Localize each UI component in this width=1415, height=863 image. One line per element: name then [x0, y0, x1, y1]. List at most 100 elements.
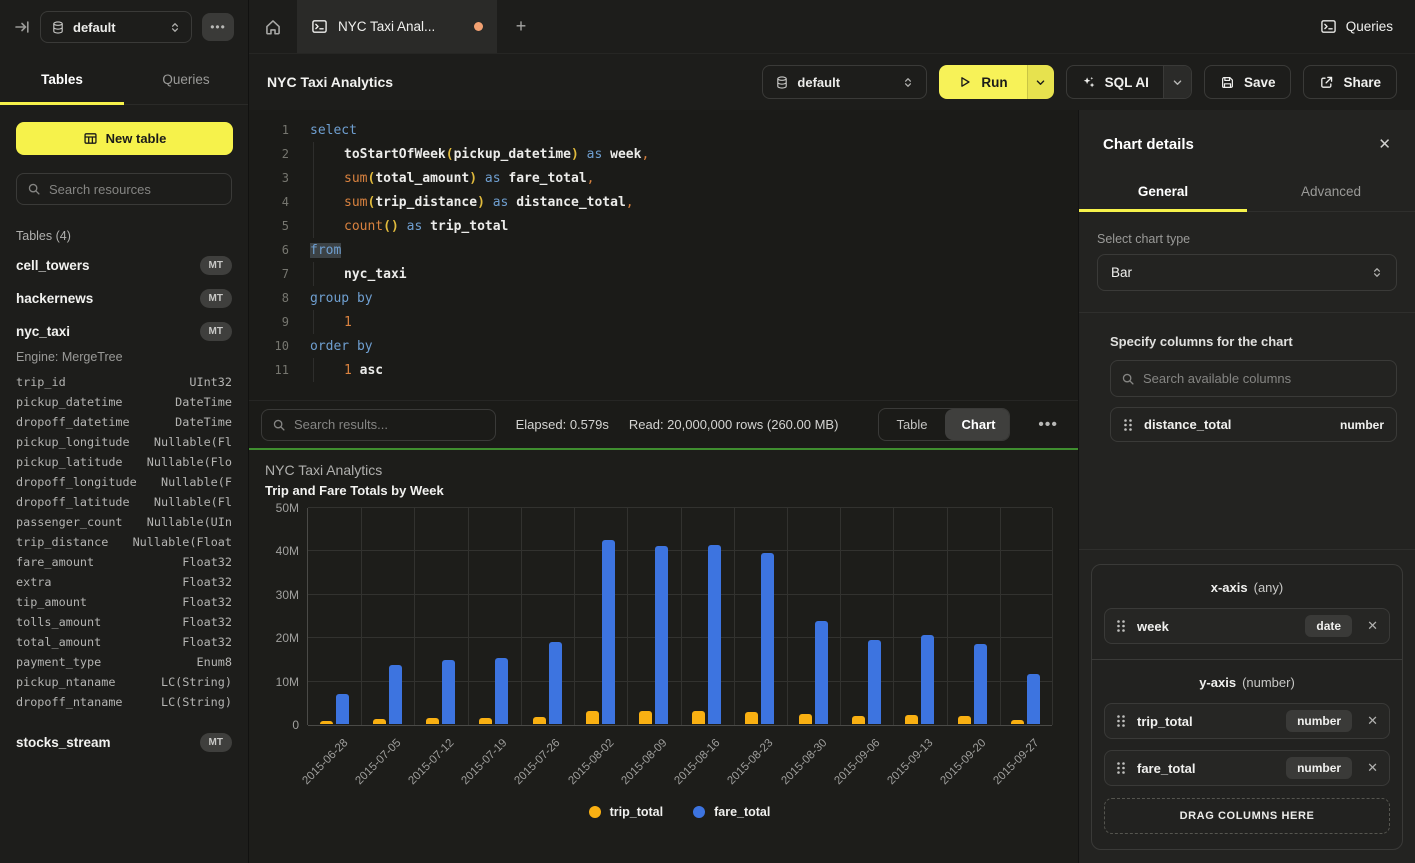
bar-fare_total[interactable]	[921, 635, 934, 724]
bar-trip_total[interactable]	[905, 715, 918, 724]
table-item[interactable]: cell_towersMT	[0, 249, 248, 282]
toolbar-db-value: default	[797, 75, 894, 90]
new-tab-button[interactable]: +	[497, 0, 545, 53]
bar-trip_total[interactable]	[958, 716, 971, 724]
v-gridline	[787, 508, 788, 725]
axis-item-fare_total[interactable]: fare_totalnumber✕	[1104, 750, 1390, 786]
bar-fare_total[interactable]	[389, 665, 402, 724]
chart-type-select[interactable]: Bar	[1097, 254, 1397, 291]
bar-trip_total[interactable]	[373, 719, 386, 724]
axis-item-name: trip_total	[1137, 714, 1275, 729]
bar-fare_total[interactable]	[868, 640, 881, 724]
toolbar-db-select[interactable]: default	[762, 65, 927, 99]
indent-guide	[313, 262, 344, 286]
bar-fare_total[interactable]	[708, 545, 721, 724]
chevron-updown-icon	[1371, 266, 1383, 279]
collapse-sidebar-icon[interactable]	[14, 19, 30, 35]
bar-trip_total[interactable]	[586, 711, 599, 725]
column-type: DateTime	[175, 415, 232, 429]
bar-fare_total[interactable]	[655, 546, 668, 724]
code-content: group by	[289, 286, 373, 310]
bar-trip_total[interactable]	[799, 714, 812, 724]
sql-ai-button-group: SQL AI	[1066, 65, 1192, 99]
columns-search-input[interactable]	[1143, 371, 1386, 386]
axis-item-trip_total[interactable]: trip_totalnumber✕	[1104, 703, 1390, 739]
available-column-distance_total[interactable]: distance_totalnumber	[1110, 407, 1397, 442]
table-item[interactable]: nyc_taxiMT	[0, 315, 248, 348]
workspace-db-select[interactable]: default	[40, 11, 192, 43]
save-button[interactable]: Save	[1204, 65, 1292, 99]
code-content: 1 asc	[289, 358, 383, 382]
query-tab[interactable]: NYC Taxi Anal...	[297, 0, 497, 53]
bar-trip_total[interactable]	[1011, 720, 1024, 724]
bar-chart-plot[interactable]	[307, 508, 1052, 725]
bar-trip_total[interactable]	[320, 721, 333, 724]
indent-guide	[313, 358, 344, 382]
table-item[interactable]: stocks_streamMT	[0, 726, 248, 759]
main-body: 1select2toStartOfWeek(pickup_datetime) a…	[249, 110, 1415, 863]
results-more-button[interactable]: •••	[1030, 416, 1066, 434]
chart-details-panel: Chart details ✕ General Advanced Select …	[1078, 110, 1415, 863]
remove-icon[interactable]: ✕	[1363, 618, 1378, 634]
bar-fare_total[interactable]	[442, 660, 455, 724]
bar-trip_total[interactable]	[533, 717, 546, 724]
table-item[interactable]: hackernewsMT	[0, 282, 248, 315]
results-search-input[interactable]	[294, 417, 485, 432]
run-options-button[interactable]	[1027, 65, 1054, 99]
bar-trip_total[interactable]	[639, 711, 652, 724]
remove-icon[interactable]: ✕	[1363, 760, 1378, 776]
axis-item-week[interactable]: weekdate✕	[1104, 608, 1390, 644]
legend-label: trip_total	[610, 805, 663, 819]
x-tick-label: 2015-09-20	[939, 737, 989, 787]
close-icon[interactable]: ✕	[1378, 135, 1391, 153]
tab-advanced[interactable]: Advanced	[1247, 174, 1415, 211]
queries-link-label: Queries	[1346, 19, 1393, 34]
drop-zone[interactable]: DRAG COLUMNS HERE	[1104, 798, 1390, 834]
bar-trip_total[interactable]	[426, 718, 439, 724]
bar-trip_total[interactable]	[852, 716, 865, 724]
column-name: fare_amount	[16, 555, 182, 569]
bar-trip_total[interactable]	[692, 711, 705, 724]
sql-token: total_amount	[375, 171, 469, 186]
line-number: 10	[249, 339, 289, 353]
sql-ai-button[interactable]: SQL AI	[1067, 66, 1163, 98]
sidebar-tab-queries[interactable]: Queries	[124, 54, 248, 104]
bar-fare_total[interactable]	[815, 621, 828, 724]
bar-fare_total[interactable]	[549, 642, 562, 724]
sql-token: 1	[344, 363, 352, 378]
view-toggle-table[interactable]: Table	[879, 409, 944, 440]
remove-icon[interactable]: ✕	[1363, 713, 1378, 729]
results-bar: Elapsed: 0.579s Read: 20,000,000 rows (2…	[249, 400, 1078, 448]
bar-trip_total[interactable]	[745, 712, 758, 724]
tab-general[interactable]: General	[1079, 174, 1247, 211]
bar-fare_total[interactable]	[495, 658, 508, 724]
chart-legend: trip_totalfare_total	[307, 805, 1052, 819]
x-tick-label: 2015-07-12	[406, 737, 456, 787]
bar-fare_total[interactable]	[761, 553, 774, 724]
workspace-more-button[interactable]: •••	[202, 13, 234, 41]
view-toggle-chart[interactable]: Chart	[945, 409, 1011, 440]
run-button[interactable]: Run	[939, 65, 1026, 99]
sql-token: pickup_datetime	[454, 147, 571, 162]
bar-fare_total[interactable]	[336, 694, 349, 724]
v-gridline	[468, 508, 469, 725]
share-button[interactable]: Share	[1303, 65, 1397, 99]
code-content: from	[289, 238, 341, 262]
bar-trip_total[interactable]	[479, 718, 492, 724]
sql-ai-options-button[interactable]	[1163, 66, 1191, 98]
bar-fare_total[interactable]	[974, 644, 987, 724]
sidebar-search-input[interactable]	[49, 182, 225, 197]
bar-fare_total[interactable]	[602, 540, 615, 724]
y-axis-items: trip_totalnumber✕ fare_totalnumber✕	[1104, 703, 1390, 786]
y-axis-header: y-axis(number)	[1104, 673, 1390, 692]
sql-editor[interactable]: 1select2toStartOfWeek(pickup_datetime) a…	[249, 110, 1078, 400]
drag-handle-icon	[1116, 619, 1126, 633]
bar-fare_total[interactable]	[1027, 674, 1040, 724]
x-tick-label: 2015-07-05	[353, 737, 403, 787]
sidebar-tab-tables[interactable]: Tables	[0, 54, 124, 104]
queries-link[interactable]: Queries	[1298, 0, 1415, 53]
sql-token: ,	[587, 171, 595, 186]
sql-token: as	[587, 147, 603, 162]
home-button[interactable]	[249, 0, 297, 53]
new-table-button[interactable]: New table	[16, 122, 233, 155]
